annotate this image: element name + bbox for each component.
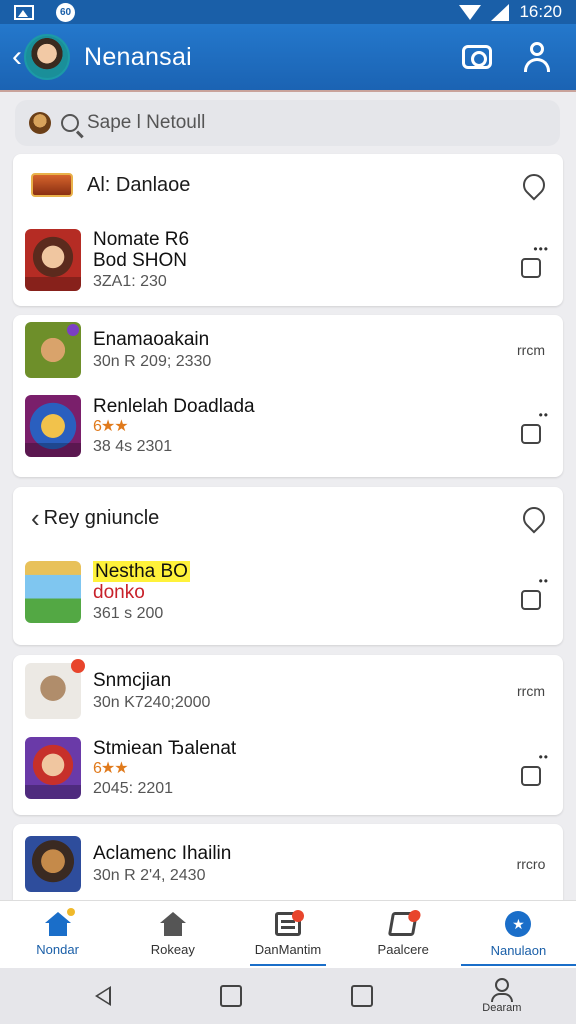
avatar[interactable] xyxy=(24,34,70,80)
item-date: 30n R 209; 2330 xyxy=(93,352,212,370)
item-subtitle: Bod SHON xyxy=(93,250,187,272)
bottom-nav: Nondar Rokeay DanMantim Paalcere ★ Nanul… xyxy=(0,900,576,968)
bolt-icon: ★ xyxy=(505,911,532,937)
item-date: 30n K7240;2000 xyxy=(93,693,211,711)
section-card: Aclamenc Ihailin 30n R 2'4, 2430 rrcro xyxy=(13,824,563,900)
section-header[interactable]: ‹ Rey gniuncle xyxy=(13,487,563,549)
item-action-text[interactable]: rrcro xyxy=(517,856,546,872)
select-checkbox[interactable] xyxy=(521,590,541,610)
image-notification-icon xyxy=(14,4,34,20)
back-arrow-icon[interactable]: ‹ xyxy=(31,503,40,534)
item-name: Nomate R6 xyxy=(93,228,190,250)
page-title: Nenansai xyxy=(84,42,193,71)
section-title: Rey gniuncle xyxy=(43,506,160,529)
item-name: Snmcjian xyxy=(93,670,172,692)
section-card: ‹ Rey gniuncle Nestha BO donko 361 s 200… xyxy=(13,487,563,645)
list-item[interactable]: Stmiean Ђаlеnat 6★★ 2045: 2201 •• xyxy=(13,725,563,811)
item-action-text[interactable]: rrcm xyxy=(517,342,545,358)
app-icon xyxy=(25,737,81,799)
section-card: Al: Danlaoe Nomate R6 Bod SHON 3ZA1: 230… xyxy=(13,154,563,306)
item-name: Enamaoakain xyxy=(93,329,210,351)
wifi-icon xyxy=(459,4,482,20)
app-bar: ‹ Nenansai xyxy=(0,24,576,92)
item-date: 38 4s 2301 xyxy=(93,437,173,455)
more-dots-icon[interactable]: ••• xyxy=(533,242,549,256)
pin-icon[interactable] xyxy=(518,502,550,534)
section-card: Enamaoakain 30n R 209; 2330 rrcm Renlela… xyxy=(13,315,563,477)
list-item[interactable]: Renlelah Doadlada 6★★ 38 4s 2301 •• xyxy=(13,383,563,469)
signal-icon xyxy=(491,3,510,21)
camera-icon[interactable] xyxy=(462,45,492,69)
list-item[interactable]: Snmcjian 30n K7240;2000 rrcm xyxy=(13,657,563,725)
app-icon xyxy=(25,836,81,892)
app-icon xyxy=(25,395,81,457)
nav-label: Nondar xyxy=(36,942,79,957)
item-name: Stmiean Ђаlеnat xyxy=(93,738,237,760)
more-dots-icon[interactable]: •• xyxy=(539,408,549,422)
notification-badge xyxy=(71,659,85,673)
nav-item-home[interactable]: Nondar xyxy=(0,901,115,968)
rating-stars: 6★★ xyxy=(93,759,129,777)
app-icon xyxy=(25,659,85,719)
search-bar xyxy=(15,100,560,146)
system-home-icon[interactable] xyxy=(219,985,242,1007)
house-icon xyxy=(159,912,186,936)
nav-item-rokeay[interactable]: Rokeay xyxy=(115,901,230,968)
nav-item-nanulaon[interactable]: ★ Nanulaon xyxy=(460,901,576,968)
item-name: Aclamenc Ihailin xyxy=(93,843,232,865)
item-date: 361 s 200 xyxy=(93,605,164,623)
app-notification-icon: 60 xyxy=(56,2,75,22)
list-item[interactable]: Aclamenc Ihailin 30n R 2'4, 2430 rrcro xyxy=(13,828,563,900)
nav-item-danmantim[interactable]: DanMantim xyxy=(230,901,345,968)
nav-label: Nanulaon xyxy=(490,943,547,958)
list-item[interactable]: Enamaoakain 30n R 209; 2330 rrcm xyxy=(13,317,563,383)
item-subtitle: donko xyxy=(93,582,145,604)
search-input[interactable] xyxy=(87,112,507,134)
nav-label: Paalcere xyxy=(377,942,429,957)
search-icon xyxy=(61,114,79,132)
status-time: 16:20 xyxy=(519,2,562,21)
search-avatar-icon xyxy=(29,112,51,134)
nav-item-paalcere[interactable]: Paalcere xyxy=(346,901,461,968)
select-checkbox[interactable] xyxy=(521,258,541,278)
system-back-icon[interactable] xyxy=(94,986,111,1006)
rating-stars: 6★★ xyxy=(93,417,129,435)
list-item[interactable]: Nomate R6 Bod SHON 3ZA1: 230 ••• xyxy=(13,216,563,304)
select-checkbox[interactable] xyxy=(521,766,541,786)
app-icon xyxy=(25,322,81,378)
system-profile-label: Dearam xyxy=(482,1002,522,1014)
back-chevron-icon[interactable]: ‹ xyxy=(12,42,22,72)
list-item[interactable]: Nestha BO donko 361 s 200 •• xyxy=(13,549,563,635)
select-checkbox[interactable] xyxy=(521,424,541,444)
home-icon xyxy=(44,908,75,936)
more-dots-icon[interactable]: •• xyxy=(539,574,549,588)
system-profile-button[interactable]: Dearam xyxy=(482,978,521,1014)
status-bar: 60 16:20 xyxy=(0,0,576,24)
item-action-text[interactable]: rrcm xyxy=(517,683,545,699)
item-date: 3ZA1: 230 xyxy=(93,273,167,291)
person-icon xyxy=(494,978,509,992)
section-header[interactable]: Al: Danlaoe xyxy=(13,154,563,216)
nav-label: Rokeay xyxy=(150,942,195,957)
profile-icon[interactable] xyxy=(522,42,552,72)
chat-icon xyxy=(388,910,422,936)
item-date: 30n R 2'4, 2430 xyxy=(93,866,206,884)
item-name: Nestha BO xyxy=(93,560,190,582)
item-name: Renlelah Doadlada xyxy=(93,396,255,418)
more-dots-icon[interactable]: •• xyxy=(539,750,549,764)
nav-label: DanMantim xyxy=(254,942,322,957)
section-card: Snmcjian 30n K7240;2000 rrcm Stmiean Ђаl… xyxy=(13,655,563,815)
pin-icon[interactable] xyxy=(518,169,550,201)
system-nav-bar: Dearam xyxy=(0,968,576,1024)
app-icon xyxy=(25,561,81,623)
list-icon xyxy=(275,910,304,936)
system-recents-icon[interactable] xyxy=(351,985,374,1007)
section-title: Al: Danlaoe xyxy=(87,173,191,196)
app-icon xyxy=(25,229,81,291)
item-date: 2045: 2201 xyxy=(93,779,174,797)
badge-logo-icon xyxy=(31,173,73,197)
